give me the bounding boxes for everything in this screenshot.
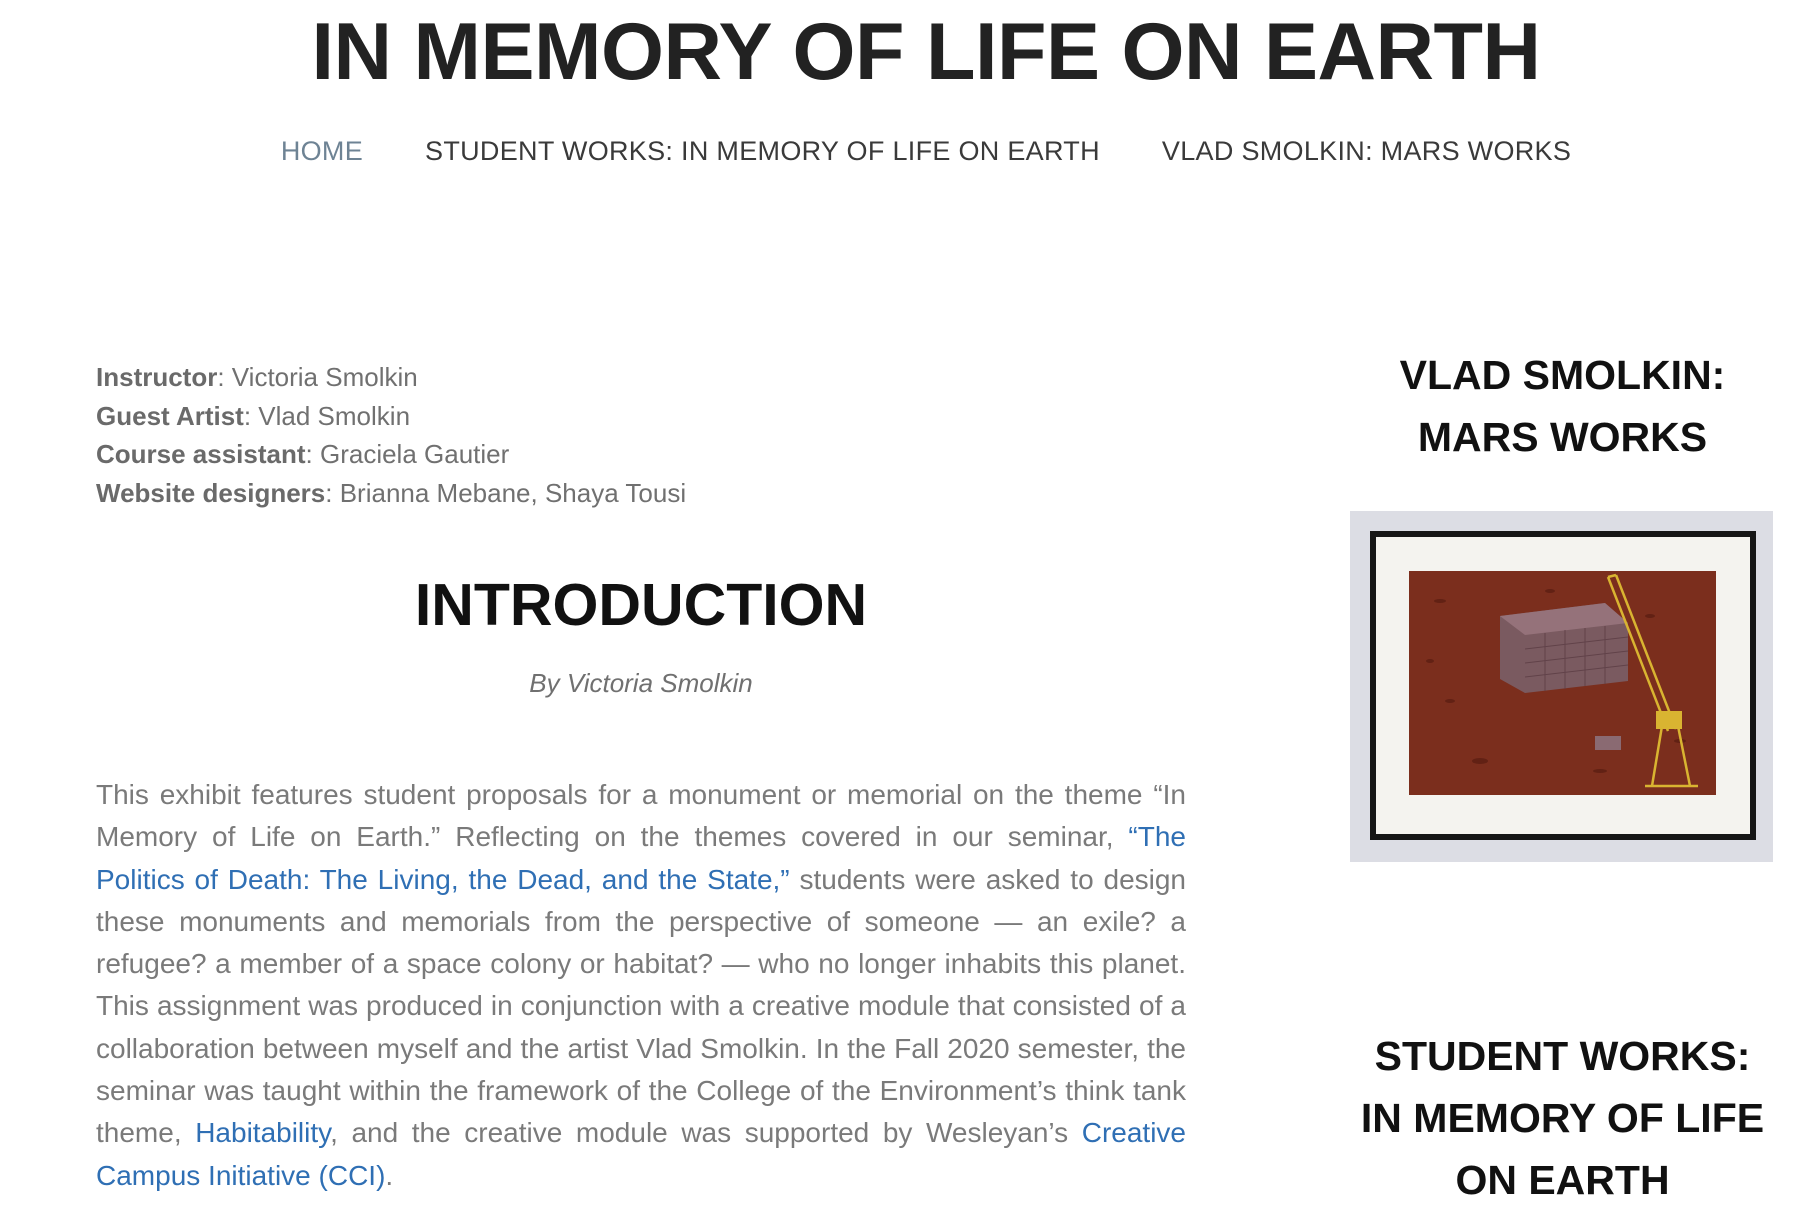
credit-role: Instructor [96, 362, 218, 392]
site-title[interactable]: IN MEMORY OF LIFE ON EARTH [0, 2, 1816, 102]
credit-instructor: Instructor: Victoria Smolkin [96, 358, 686, 397]
sidebar-mars-works-title[interactable]: VLAD SMOLKIN: MARS WORKS [1350, 344, 1775, 468]
credit-value: : Vlad Smolkin [243, 400, 411, 431]
paragraph-text: , and the creative module was supported … [330, 1117, 1082, 1149]
credit-role: Course assistant [96, 439, 306, 469]
main-nav: HOME STUDENT WORKS: IN MEMORY OF LIFE ON… [0, 136, 1816, 167]
paragraph-text: students were asked to design these monu… [96, 863, 1187, 1149]
credit-course-assistant: Course assistant: Graciela Gautier [96, 435, 686, 474]
byline: By Victoria Smolkin [529, 668, 753, 698]
introduction-heading: INTRODUCTION [414, 572, 868, 638]
nav-item-mars-works[interactable]: VLAD SMOLKIN: MARS WORKS [1162, 136, 1571, 167]
credit-guest-artist: Guest Artist: Vlad Smolkin [96, 397, 686, 436]
paragraph-text: . [385, 1159, 394, 1191]
paragraph-text: This exhibit features student proposals … [96, 779, 1186, 853]
credit-value: : Graciela Gautier [305, 439, 510, 469]
introduction-paragraph: This exhibit features student proposals … [96, 774, 1186, 1197]
page: IN MEMORY OF LIFE ON EARTH HOME STUDENT … [0, 0, 1816, 1220]
course-credits: Instructor: Victoria Smolkin Guest Artis… [96, 358, 686, 512]
nav-item-student-works[interactable]: STUDENT WORKS: IN MEMORY OF LIFE ON EART… [425, 136, 1100, 167]
credit-value: : Brianna Mebane, Shaya Tousi [325, 477, 687, 508]
credit-value: : Victoria Smolkin [217, 362, 418, 392]
habitability-link[interactable]: Habitability [195, 1117, 330, 1148]
credit-role: Guest Artist [96, 400, 244, 431]
credit-role: Website designers [96, 477, 326, 508]
nav-item-home[interactable]: HOME [281, 136, 363, 167]
sidebar-student-works-title[interactable]: STUDENT WORKS: IN MEMORY OF LIFE ON EART… [1350, 1025, 1775, 1211]
credit-website-designers: Website designers: Brianna Mebane, Shaya… [96, 474, 686, 513]
mars-artwork-image[interactable] [1350, 511, 1773, 862]
